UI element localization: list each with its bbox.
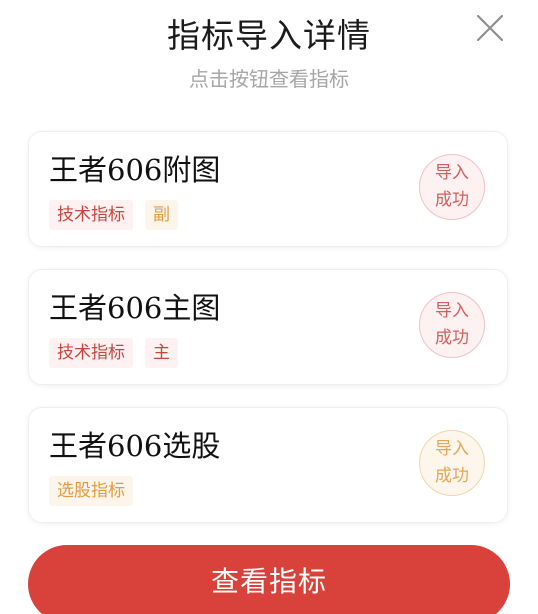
import-details-sheet: 指标导入详情 点击按钮查看指标 王者606附图 技术指标 副 导入 成功 王者6…: [0, 0, 538, 614]
stamp-line-2: 成功: [435, 190, 469, 210]
tag-indicator-type: 选股指标: [49, 476, 133, 506]
close-icon: [476, 14, 504, 42]
stamp-line-1: 导入: [435, 163, 469, 183]
indicator-name: 王者606附图: [49, 153, 221, 187]
indicator-card: 王者606附图 技术指标 副 导入 成功: [28, 131, 508, 247]
indicator-card: 王者606主图 技术指标 主 导入 成功: [28, 269, 508, 385]
page-title: 指标导入详情: [167, 16, 371, 55]
close-button[interactable]: [470, 8, 510, 48]
indicator-tags: 选股指标: [49, 476, 133, 506]
tag-indicator-type: 技术指标: [49, 200, 133, 230]
stamp-line-1: 导入: [435, 439, 469, 459]
view-indicators-button[interactable]: 查看指标: [28, 545, 510, 614]
page-subtitle: 点击按钮查看指标: [189, 67, 349, 91]
indicator-tags: 技术指标 副: [49, 200, 178, 230]
stamp-line-2: 成功: [435, 328, 469, 348]
tag-chart-position: 副: [145, 200, 178, 230]
indicator-name: 王者606主图: [49, 291, 221, 325]
import-success-stamp: 导入 成功: [419, 154, 485, 220]
indicator-card: 王者606选股 选股指标 导入 成功: [28, 407, 508, 523]
tag-indicator-type: 技术指标: [49, 338, 133, 368]
indicator-name: 王者606选股: [49, 429, 221, 463]
indicator-tags: 技术指标 主: [49, 338, 178, 368]
import-success-stamp: 导入 成功: [419, 430, 485, 496]
tag-chart-position: 主: [145, 338, 178, 368]
stamp-line-2: 成功: [435, 466, 469, 486]
import-success-stamp: 导入 成功: [419, 292, 485, 358]
stamp-line-1: 导入: [435, 301, 469, 321]
